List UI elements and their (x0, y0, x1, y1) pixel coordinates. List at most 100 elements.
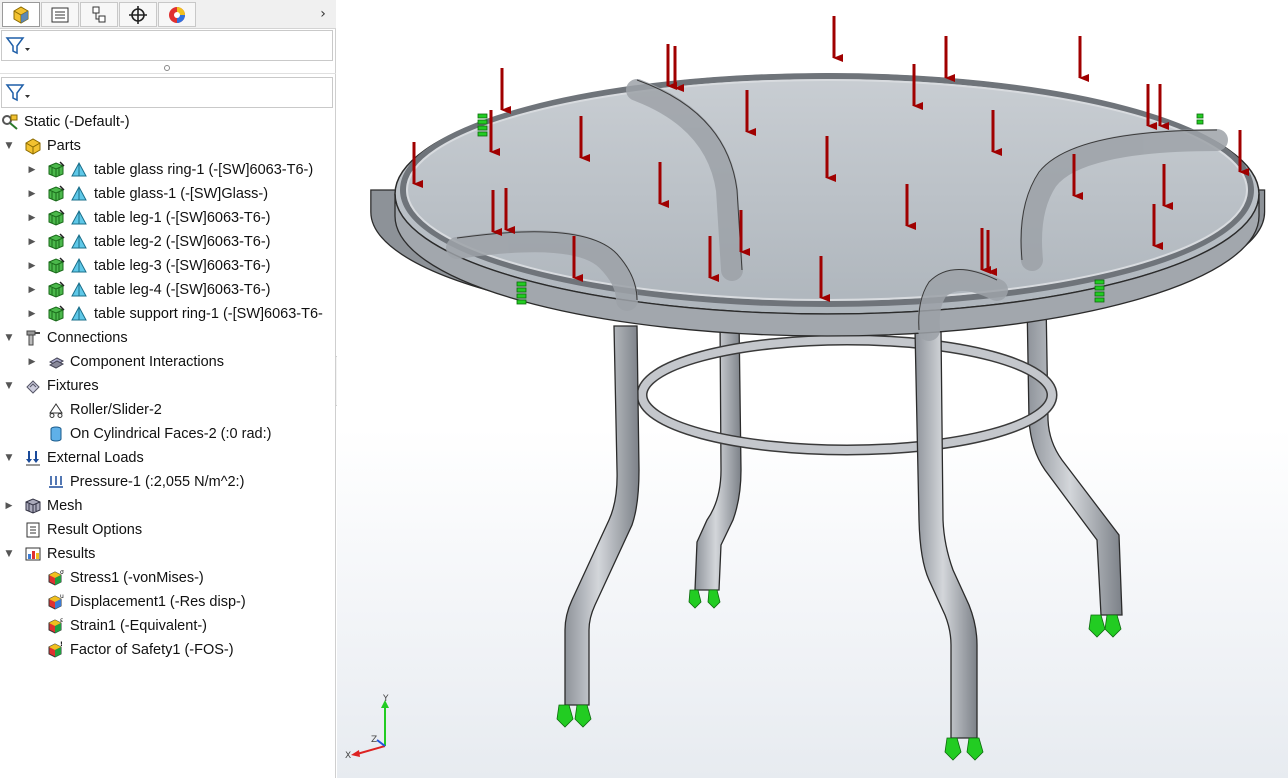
configurationmanager-icon (92, 6, 106, 22)
result-label: Stress1 (-vonMises-) (70, 570, 204, 586)
solid-body-icon (70, 209, 88, 227)
leg-front-right[interactable] (914, 329, 978, 739)
propertymanager-icon (51, 7, 69, 22)
tree-item-fixtures[interactable]: ▼ Fixtures (0, 374, 336, 398)
solid-body-icon (70, 161, 88, 179)
external-loads-icon (24, 449, 42, 467)
tree-item-result[interactable]: σ Stress1 (-vonMises-) (0, 566, 336, 590)
triad-z-label: Z (371, 735, 377, 745)
display-manager-icon (169, 6, 185, 23)
tree-item-connections[interactable]: ▼ Connections (0, 326, 336, 350)
tree-item-mesh[interactable]: ▶ Mesh (0, 494, 336, 518)
expand-right-icon[interactable]: ▶ (27, 357, 37, 367)
tree-item-part[interactable]: ▶ table glass ring-1 (-[SW]6063-T6-) (0, 158, 336, 182)
strain-plot-icon: ε (47, 617, 65, 635)
part-meshed-icon (47, 305, 65, 323)
chevron-right-icon[interactable]: › (314, 4, 332, 24)
svg-text:ε: ε (60, 617, 63, 624)
expand-right-icon[interactable]: ▶ (4, 501, 14, 511)
feature-tree-panel: › Static (-Default-) ▼ Parts ▶ table gla… (0, 0, 336, 778)
expand-right-icon[interactable]: ▶ (27, 213, 37, 223)
expand-down-icon[interactable]: ▼ (4, 381, 14, 391)
solid-body-icon (70, 281, 88, 299)
expand-down-icon[interactable]: ▼ (4, 141, 14, 151)
tree-item-results[interactable]: ▼ Results (0, 542, 336, 566)
tree-item-part[interactable]: ▶ table glass-1 (-[SW]Glass-) (0, 182, 336, 206)
svg-text:u: u (60, 593, 64, 600)
cylindrical-faces-icon (47, 425, 65, 443)
result-label: Factor of Safety1 (-FOS-) (70, 642, 234, 658)
tree-item-parts[interactable]: ▼ Parts (0, 134, 336, 158)
tree-item-component-interactions[interactable]: ▶ Component Interactions (0, 350, 336, 374)
tree-item-result[interactable]: ε Strain1 (-Equivalent-) (0, 614, 336, 638)
table-model[interactable] (337, 0, 1288, 778)
support-ring[interactable] (636, 334, 1058, 456)
tab-display-manager[interactable] (158, 2, 196, 27)
tab-propertymanager[interactable] (41, 2, 79, 27)
leg-front-left[interactable] (564, 325, 640, 706)
tree-item-fixture[interactable]: Roller/Slider-2 (0, 398, 336, 422)
tree-item-part[interactable]: ▶ table leg-4 (-[SW]6063-T6-) (0, 278, 336, 302)
triad-x-label: X (345, 751, 351, 760)
filter-box-bottom[interactable] (1, 77, 333, 108)
tab-featuremanager[interactable] (2, 2, 40, 27)
triad-y-label: Y (382, 694, 389, 704)
tree-item-part[interactable]: ▶ table leg-2 (-[SW]6063-T6-) (0, 230, 336, 254)
results-folder-icon (24, 545, 42, 563)
part-meshed-icon (47, 185, 65, 203)
parts-folder-icon (24, 137, 42, 155)
part-meshed-icon (47, 281, 65, 299)
expand-down-icon[interactable]: ▼ (4, 333, 14, 343)
stress-plot-icon: σ (47, 569, 65, 587)
filter-icon (5, 37, 30, 55)
tree-item-part[interactable]: ▶ table leg-3 (-[SW]6063-T6-) (0, 254, 336, 278)
coordinate-triad: Y X Z (345, 694, 389, 760)
leg-back-right[interactable] (1026, 299, 1123, 616)
expand-down-icon[interactable]: ▼ (4, 549, 14, 559)
tree-item-result-options[interactable]: Result Options (0, 518, 336, 542)
part-meshed-icon (47, 233, 65, 251)
connections-label: Connections (47, 330, 128, 346)
study-label: Static (-Default-) (24, 114, 130, 130)
tree-item-load[interactable]: Pressure-1 (:2,055 N/m^2:) (0, 470, 336, 494)
featuremanager-icon (13, 5, 29, 24)
svg-text:σ: σ (60, 569, 64, 576)
tree-item-study[interactable]: Static (-Default-) (0, 110, 336, 134)
graphics-viewport[interactable]: Y X Z (337, 0, 1288, 778)
filter-box-top[interactable] (1, 30, 333, 61)
tree-item-result[interactable]: ! Factor of Safety1 (-FOS-) (0, 638, 336, 662)
factor-of-safety-icon: ! (47, 641, 65, 659)
dimxpert-icon (129, 5, 147, 24)
tree-item-part[interactable]: ▶ table support ring-1 (-[SW]6063-T6- (0, 302, 336, 326)
result-options-label: Result Options (47, 522, 143, 538)
static-study-icon (1, 113, 19, 131)
solid-body-icon (70, 305, 88, 323)
tab-dimxpert[interactable] (119, 2, 157, 27)
tree-item-fixture[interactable]: On Cylindrical Faces-2 (:0 rad:) (0, 422, 336, 446)
expand-right-icon[interactable]: ▶ (27, 189, 37, 199)
expand-right-icon[interactable]: ▶ (27, 261, 37, 271)
filter-icon (5, 84, 30, 102)
part-label: table leg-1 (-[SW]6063-T6-) (94, 210, 271, 226)
connections-icon (24, 329, 42, 347)
part-label: table glass ring-1 (-[SW]6063-T6-) (94, 162, 314, 178)
tree-item-result[interactable]: u Displacement1 (-Res disp-) (0, 590, 336, 614)
panel-splitter[interactable] (0, 62, 336, 74)
panel-tab-bar: › (0, 0, 336, 29)
solid-body-icon (70, 185, 88, 203)
tab-configurationmanager[interactable] (80, 2, 118, 27)
fixture-markers-feet (556, 589, 1122, 761)
mesh-label: Mesh (47, 498, 83, 514)
expand-right-icon[interactable]: ▶ (27, 165, 37, 175)
expand-right-icon[interactable]: ▶ (27, 309, 37, 319)
result-label: Strain1 (-Equivalent-) (70, 618, 207, 634)
expand-down-icon[interactable]: ▼ (4, 453, 14, 463)
solid-body-icon (70, 233, 88, 251)
fixture-label: Roller/Slider-2 (70, 402, 162, 418)
tree-item-part[interactable]: ▶ table leg-1 (-[SW]6063-T6-) (0, 206, 336, 230)
pressure-icon (47, 473, 65, 491)
expand-right-icon[interactable]: ▶ (27, 237, 37, 247)
fixtures-icon (24, 377, 42, 395)
expand-right-icon[interactable]: ▶ (27, 285, 37, 295)
tree-item-external-loads[interactable]: ▼ External Loads (0, 446, 336, 470)
